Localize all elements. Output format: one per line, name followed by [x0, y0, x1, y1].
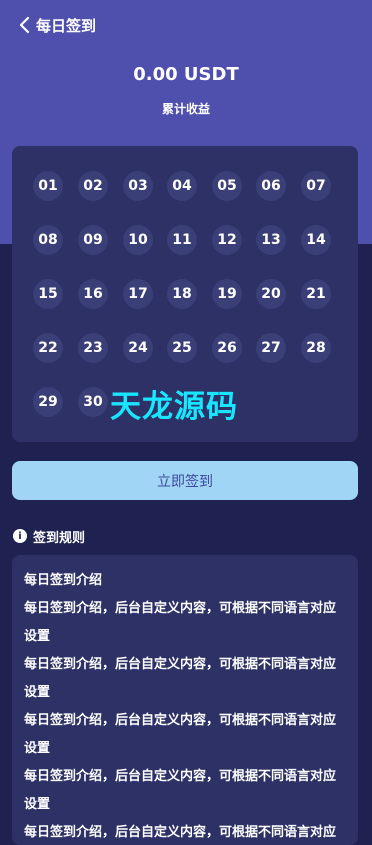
calendar-day[interactable]: 11: [167, 225, 197, 255]
calendar-day[interactable]: 03: [123, 171, 153, 201]
rules-header: i 签到规则: [13, 527, 86, 546]
rules-line: 每日签到介绍，后台自定义内容，可根据不同语言对应设置: [24, 769, 337, 812]
info-icon: i: [13, 529, 27, 543]
calendar-day[interactable]: 01: [33, 171, 63, 201]
calendar-day[interactable]: 10: [123, 225, 153, 255]
calendar-day[interactable]: 18: [167, 279, 197, 309]
calendar-day[interactable]: 17: [123, 279, 153, 309]
calendar-day[interactable]: 06: [256, 171, 286, 201]
calendar-day[interactable]: 29: [33, 387, 63, 417]
calendar-day[interactable]: 12: [212, 225, 242, 255]
calendar-day[interactable]: 27: [256, 333, 286, 363]
rules-line: 每日签到介绍: [24, 573, 103, 588]
rules-text: 每日签到介绍 每日签到介绍，后台自定义内容，可根据不同语言对应设置 每日签到介绍，后…: [12, 555, 358, 845]
rules-line: 每日签到介绍，后台自定义内容，可根据不同语言对应设置: [24, 825, 337, 840]
calendar-day[interactable]: 23: [78, 333, 108, 363]
back-button[interactable]: [12, 12, 38, 38]
total-earnings-amount: 0.00 USDT: [133, 64, 239, 85]
calendar-day[interactable]: 02: [78, 171, 108, 201]
calendar-day[interactable]: 20: [256, 279, 286, 309]
watermark-text: 天龙源码: [110, 389, 238, 425]
rules-line: 每日签到介绍，后台自定义内容，可根据不同语言对应设置: [24, 601, 337, 644]
calendar-day[interactable]: 19: [212, 279, 242, 309]
calendar-day[interactable]: 21: [301, 279, 331, 309]
calendar-day[interactable]: 05: [212, 171, 242, 201]
calendar-day[interactable]: 15: [33, 279, 63, 309]
page-title: 每日签到: [36, 17, 97, 35]
total-earnings-label: 累计收益: [161, 102, 210, 116]
calendar-day[interactable]: 28: [301, 333, 331, 363]
rules-line: 每日签到介绍，后台自定义内容，可根据不同语言对应设置: [24, 713, 337, 756]
calendar-day[interactable]: 26: [212, 333, 242, 363]
rules-line: 每日签到介绍，后台自定义内容，可根据不同语言对应设置: [24, 657, 337, 700]
chevron-left-icon: [19, 16, 30, 34]
calendar-day[interactable]: 13: [256, 225, 286, 255]
rules-title: 签到规则: [33, 530, 86, 546]
rules-content-box[interactable]: 每日签到介绍 每日签到介绍，后台自定义内容，可根据不同语言对应设置 每日签到介绍，后…: [12, 555, 358, 845]
calendar-day[interactable]: 08: [33, 225, 63, 255]
calendar-day[interactable]: 09: [78, 225, 108, 255]
calendar-day[interactable]: 16: [78, 279, 108, 309]
calendar-day[interactable]: 04: [167, 171, 197, 201]
calendar-day[interactable]: 22: [33, 333, 63, 363]
calendar-day[interactable]: 25: [167, 333, 197, 363]
calendar-day[interactable]: 24: [123, 333, 153, 363]
sign-in-button[interactable]: 立即签到: [12, 461, 358, 500]
top-bar: 每日签到: [0, 0, 372, 52]
calendar-day[interactable]: 07: [301, 171, 331, 201]
calendar-day[interactable]: 14: [301, 225, 331, 255]
calendar-day[interactable]: 30: [78, 387, 108, 417]
